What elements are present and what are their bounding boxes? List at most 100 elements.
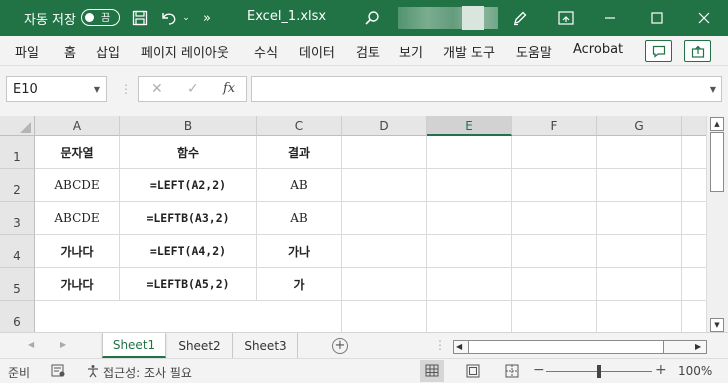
sheet-tab-sheet1[interactable]: Sheet1	[102, 333, 166, 358]
column-header-h[interactable]	[682, 116, 706, 136]
search-icon[interactable]	[362, 6, 382, 30]
autosave-toggle[interactable]: 끔	[81, 9, 120, 26]
select-all-corner[interactable]	[0, 116, 35, 136]
formula-bar-grip-icon[interactable]: ⋮	[120, 82, 132, 96]
cell-b5[interactable]: =LEFTB(A5,2)	[120, 268, 257, 301]
sheet-tab-sheet3[interactable]: Sheet3	[234, 333, 298, 358]
cell-b1[interactable]: 함수	[120, 136, 257, 169]
cancel-icon[interactable]: ✕	[151, 81, 163, 97]
macro-record-icon[interactable]	[51, 364, 66, 381]
cell-c1[interactable]: 결과	[257, 136, 342, 169]
cell-c4[interactable]: 가나	[257, 235, 342, 268]
cell-b3[interactable]: =LEFTB(A3,2)	[120, 202, 257, 235]
comment-icon	[652, 45, 665, 58]
scroll-up-icon[interactable]: ▲	[710, 117, 724, 131]
tab-developer[interactable]: 개발 도구	[443, 42, 495, 61]
tab-page-layout[interactable]: 페이지 레이아웃	[141, 42, 229, 61]
maximize-icon[interactable]	[647, 6, 667, 30]
expand-formula-bar-icon[interactable]: ▼	[710, 85, 716, 94]
column-header-g[interactable]: G	[597, 116, 682, 136]
tab-data[interactable]: 데이터	[299, 42, 335, 61]
page-layout-view-icon[interactable]	[466, 364, 480, 381]
column-header-f[interactable]: F	[512, 116, 597, 136]
more-commands-label: »	[203, 10, 211, 26]
worksheet-grid: A B C D E F G 1 2 3 4 5 6 문자열 함수 결과 ABCD…	[0, 116, 706, 332]
scroll-thumb[interactable]	[710, 132, 724, 192]
column-header-a[interactable]: A	[35, 116, 120, 136]
more-commands-icon[interactable]: »	[200, 6, 214, 30]
accessibility-status[interactable]: 접근성: 조사 필요	[103, 364, 192, 381]
zoom-slider-thumb[interactable]	[597, 365, 601, 378]
cell-c3[interactable]: AB	[257, 202, 342, 235]
ribbon-display-icon[interactable]	[556, 6, 576, 30]
file-name: Excel_1.xlsx	[247, 9, 327, 24]
avatar[interactable]	[462, 6, 484, 30]
column-header-d[interactable]: D	[342, 116, 427, 136]
zoom-in-icon[interactable]: +	[655, 362, 667, 378]
sheet-tabs-bar: ◀ ▶ Sheet1 Sheet2 Sheet3 + ⋮ ◀ ▶	[0, 332, 728, 358]
minimize-icon[interactable]	[600, 6, 620, 30]
toggle-knob	[85, 12, 94, 22]
row-header-1[interactable]: 1	[0, 136, 35, 169]
cell-c5[interactable]: 가	[257, 268, 342, 301]
comments-button[interactable]	[645, 40, 672, 62]
hscroll-thumb[interactable]	[468, 340, 664, 354]
vertical-scrollbar[interactable]: ▲ ▼	[706, 116, 728, 332]
cell-b2[interactable]: =LEFT(A2,2)	[120, 169, 257, 202]
row-header-2[interactable]: 2	[0, 169, 35, 202]
ribbon-tabs: 파일 홈 삽입 페이지 레이아웃 수식 데이터 검토 보기 개발 도구 도움말 …	[0, 36, 728, 66]
tab-splitter-icon[interactable]: ⋮	[434, 338, 446, 352]
insert-function-icon[interactable]: fx	[223, 81, 235, 96]
tab-view[interactable]: 보기	[399, 42, 423, 61]
cell-b4[interactable]: =LEFT(A4,2)	[120, 235, 257, 268]
formula-bar-area: E10 ▼ ⋮ ✕ ✓ fx ▼	[0, 66, 728, 116]
tab-review[interactable]: 검토	[356, 42, 380, 61]
sheet-nav-prev-icon[interactable]: ◀	[28, 340, 34, 349]
formula-controls: ✕ ✓ fx	[138, 76, 247, 102]
name-box[interactable]: E10 ▼	[6, 76, 107, 102]
tab-formulas[interactable]: 수식	[254, 42, 278, 61]
tab-insert[interactable]: 삽입	[96, 42, 120, 61]
cell-a4[interactable]: 가나다	[35, 235, 120, 268]
tab-file[interactable]: 파일	[15, 42, 39, 61]
scroll-down-icon[interactable]: ▼	[710, 318, 724, 332]
column-header-e[interactable]: E	[427, 116, 512, 136]
tab-home[interactable]: 홈	[64, 42, 76, 61]
close-icon[interactable]	[694, 6, 714, 30]
tab-help[interactable]: 도움말	[516, 42, 552, 61]
column-header-c[interactable]: C	[257, 116, 342, 136]
cell-a1[interactable]: 문자열	[35, 136, 120, 169]
row-header-5[interactable]: 5	[0, 268, 35, 301]
status-bar: 준비 접근성: 조사 필요 − + 100%	[0, 358, 728, 383]
cell-a3[interactable]: ABCDE	[35, 202, 120, 235]
scroll-right-icon[interactable]: ▶	[695, 342, 701, 351]
horizontal-scrollbar[interactable]: ◀ ▶	[453, 340, 707, 354]
formula-input[interactable]: ▼	[251, 76, 722, 102]
sheet-tab-sheet2[interactable]: Sheet2	[167, 333, 233, 358]
undo-dropdown-icon[interactable]: ⌄	[181, 6, 191, 30]
save-icon[interactable]	[130, 6, 150, 30]
accessibility-icon[interactable]	[86, 364, 100, 381]
enter-icon[interactable]: ✓	[187, 81, 199, 97]
add-sheet-icon[interactable]: +	[332, 338, 348, 354]
zoom-out-icon[interactable]: −	[533, 362, 545, 378]
cell-a2[interactable]: ABCDE	[35, 169, 120, 202]
undo-icon[interactable]	[158, 6, 180, 30]
chevron-down-icon[interactable]: ▼	[94, 85, 100, 94]
share-button[interactable]	[684, 40, 711, 62]
row-header-4[interactable]: 4	[0, 235, 35, 268]
sheet-nav-next-icon[interactable]: ▶	[60, 340, 66, 349]
autosave-state: 끔	[101, 13, 111, 24]
page-break-view-icon[interactable]	[505, 364, 519, 381]
cell-c2[interactable]: AB	[257, 169, 342, 202]
zoom-level[interactable]: 100%	[678, 364, 712, 378]
status-ready: 준비	[8, 366, 31, 380]
row-header-3[interactable]: 3	[0, 202, 35, 235]
row-header-6[interactable]: 6	[0, 301, 35, 332]
scroll-left-icon[interactable]: ◀	[456, 342, 462, 351]
tab-acrobat[interactable]: Acrobat	[573, 42, 623, 57]
pen-icon[interactable]	[510, 6, 530, 30]
normal-view-button[interactable]	[420, 360, 444, 382]
column-header-b[interactable]: B	[120, 116, 257, 136]
cell-a5[interactable]: 가나다	[35, 268, 120, 301]
